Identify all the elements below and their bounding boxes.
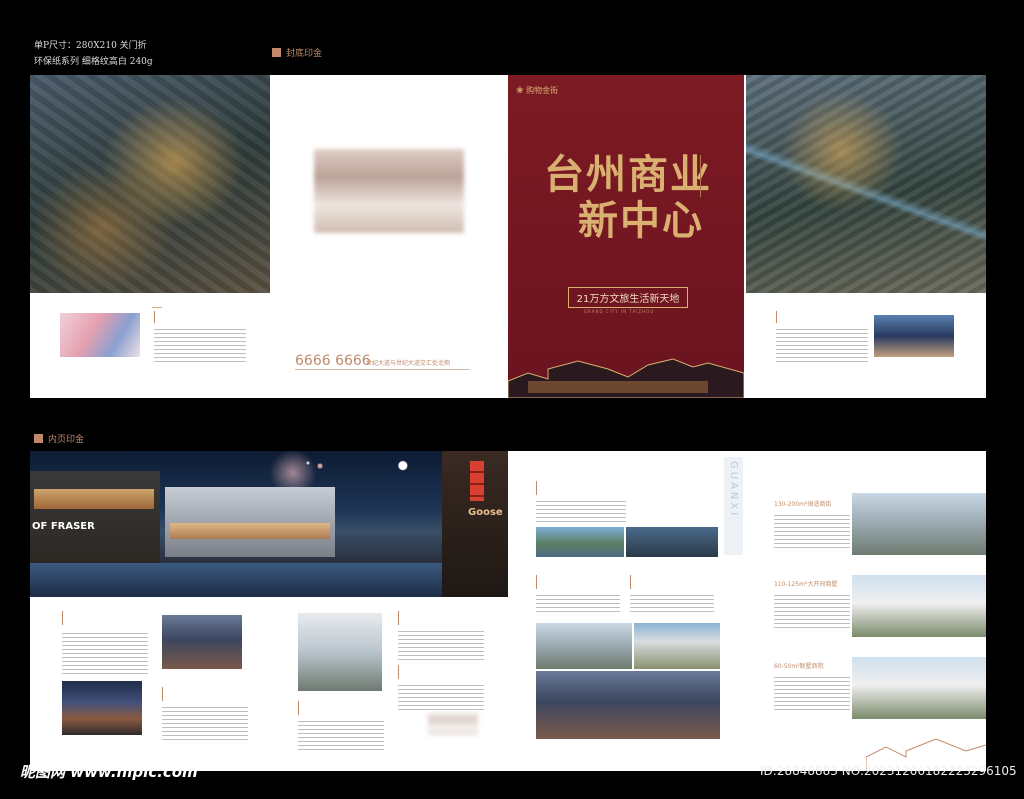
caption-block: [398, 665, 462, 679]
caption-block: [776, 311, 870, 323]
divider: [152, 307, 162, 308]
lit-windows: [170, 523, 330, 539]
body-text-block: [398, 631, 484, 661]
cover-section-tag-label: 封底印金: [286, 49, 323, 59]
commercial-street-photo: [852, 493, 986, 555]
spec-label-1: 130-200m²阔适商街: [774, 501, 832, 508]
street-building-photo: [634, 623, 720, 669]
cover-subtitle: 21万方文旅生活新天地: [568, 287, 688, 308]
caption-block: [154, 311, 248, 323]
canal-water: [30, 563, 508, 597]
building-rendering-photo: [298, 613, 382, 691]
body-text-block: [62, 633, 148, 677]
goose-sign: Goose: [468, 507, 503, 518]
image-id-text: ID:28848883 NO:20231206182223296105: [760, 764, 1017, 778]
tag-square-icon: [272, 48, 281, 57]
night-canal-panorama: OF FRASER Goose: [30, 451, 508, 597]
body-text-block: [774, 677, 850, 711]
aerial-photo-left: [30, 75, 270, 293]
aerial-photo-right: [746, 75, 986, 293]
body-text-block: [298, 721, 384, 751]
body-text-block: [536, 595, 620, 615]
cover-panel: ❀ 购物金街 台州商业 新中心 21万方文旅生活新天地 GRAND CITY I…: [508, 75, 744, 398]
cover-section-tag: 封底印金: [272, 46, 322, 59]
cover-logo: ❀ 购物金街: [516, 85, 558, 96]
blurred-logo-area: [314, 149, 464, 233]
site-watermark: 昵图网 www.nipic.com: [20, 763, 198, 781]
street-photo: [162, 615, 242, 669]
blurred-area: [428, 713, 478, 735]
vertical-en-text: GUANXI: [724, 457, 743, 555]
cover-skyline-illustration: [508, 358, 744, 398]
fireworks: [290, 451, 350, 481]
stone-bridge-photo: [536, 671, 720, 739]
spec-line-2: 环保纸系列 细格纹高白 240g: [34, 57, 153, 67]
body-text-block: [536, 501, 626, 525]
caption-block: [162, 687, 226, 701]
body-text-block: [630, 595, 714, 615]
caption-block: [536, 575, 590, 589]
caption-block: [298, 701, 362, 715]
body-text-block: [162, 707, 248, 743]
canal-photo: [536, 527, 624, 557]
body-text-block: [776, 329, 868, 365]
cover-logo-text: 购物金街: [526, 86, 559, 95]
caption-block: [62, 611, 126, 625]
body-text-block: [154, 329, 246, 365]
lantern-string: [470, 461, 484, 501]
phone-number: 6666 6666: [295, 353, 371, 369]
caption-block: [630, 575, 684, 589]
address-text: 世纪大道与世纪大道交汇处北侧: [366, 360, 451, 367]
site-map-thumbnail: [60, 313, 140, 357]
body-text-block: [774, 515, 850, 549]
lotus-logo-icon: ❀: [516, 86, 524, 96]
cover-en-text: GRAND CITY IN TAIZHOU: [584, 309, 655, 314]
store-sign: OF FRASER: [32, 521, 95, 532]
cover-title-line-2: 新中心: [578, 197, 704, 244]
mall-photo-thumbnail: [874, 315, 954, 357]
spec-label-2: 110-125m²大开间商墅: [774, 581, 838, 588]
courtyard-house-photo: [852, 657, 986, 719]
inner-section-tag-label: 内页印金: [48, 435, 85, 445]
spec-line-1: 单P尺寸：280X210 关门折: [34, 41, 147, 51]
body-text-block: [774, 595, 850, 629]
night-aerial-photo: [62, 681, 142, 735]
cover-title-line-1: 台州商业: [544, 151, 712, 198]
divider: [295, 369, 470, 370]
inner-section-tag: 内页印金: [34, 432, 84, 445]
lit-windows: [34, 489, 154, 509]
vertical-caption: [700, 155, 709, 197]
body-text-block: [398, 685, 484, 711]
spec-label-3: 60-50m²联墅商院: [774, 663, 824, 670]
caption-block: [536, 481, 600, 495]
canal-boat-photo: [626, 527, 718, 557]
inner-spread: OF FRASER Goose GUANXI 130-200m²阔适商街 110…: [30, 451, 986, 771]
plaza-photo: [536, 623, 632, 669]
tag-square-icon: [34, 434, 43, 443]
cover-spread: 6666 6666 世纪大道与世纪大道交汇处北侧 ❀ 购物金街 台州商业 新中心…: [30, 75, 986, 398]
villa-photo: [852, 575, 986, 637]
caption-block: [398, 611, 462, 625]
building-center: [165, 487, 335, 557]
